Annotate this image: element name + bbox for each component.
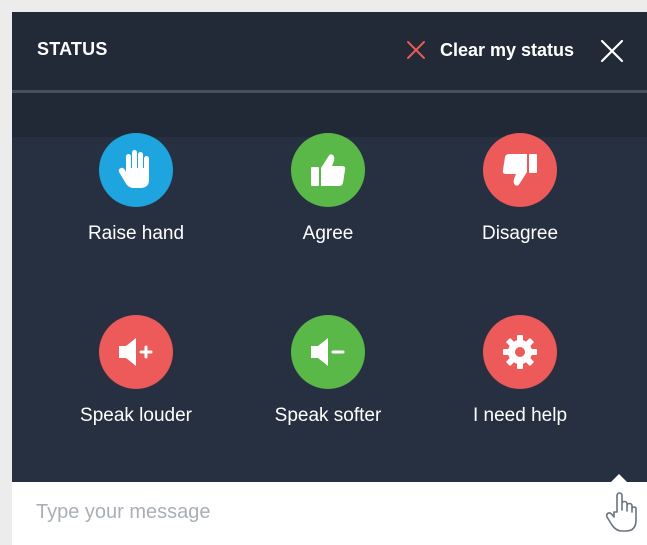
volume-up-icon <box>99 315 173 389</box>
status-panel: STATUS Clear my status Raise hand Agree … <box>12 12 647 545</box>
thumbs-down-icon <box>483 133 557 207</box>
volume-down-icon <box>291 315 365 389</box>
action-label: Disagree <box>481 223 559 244</box>
composer-notch <box>611 474 627 482</box>
action-disagree[interactable]: Disagree <box>435 133 605 253</box>
thumbs-up-icon <box>291 133 365 207</box>
gear-icon <box>483 315 557 389</box>
action-speak-louder[interactable]: Speak louder <box>51 315 221 435</box>
action-speak-softer[interactable]: Speak softer <box>243 315 413 435</box>
raise-hand-icon <box>99 133 173 207</box>
message-input[interactable] <box>34 496 578 528</box>
message-composer <box>12 474 647 545</box>
action-label: I need help <box>472 405 568 426</box>
action-label: Agree <box>302 223 354 244</box>
action-need-help[interactable]: I need help <box>435 315 605 435</box>
status-actions-grid: Raise hand Agree Disagree Speak louder S… <box>12 12 647 482</box>
action-label: Raise hand <box>87 223 185 244</box>
action-agree[interactable]: Agree <box>243 133 413 253</box>
action-label: Speak louder <box>80 405 192 426</box>
action-raise-hand[interactable]: Raise hand <box>51 133 221 253</box>
action-label: Speak softer <box>274 405 382 426</box>
hand-pointer-icon[interactable] <box>604 490 638 534</box>
